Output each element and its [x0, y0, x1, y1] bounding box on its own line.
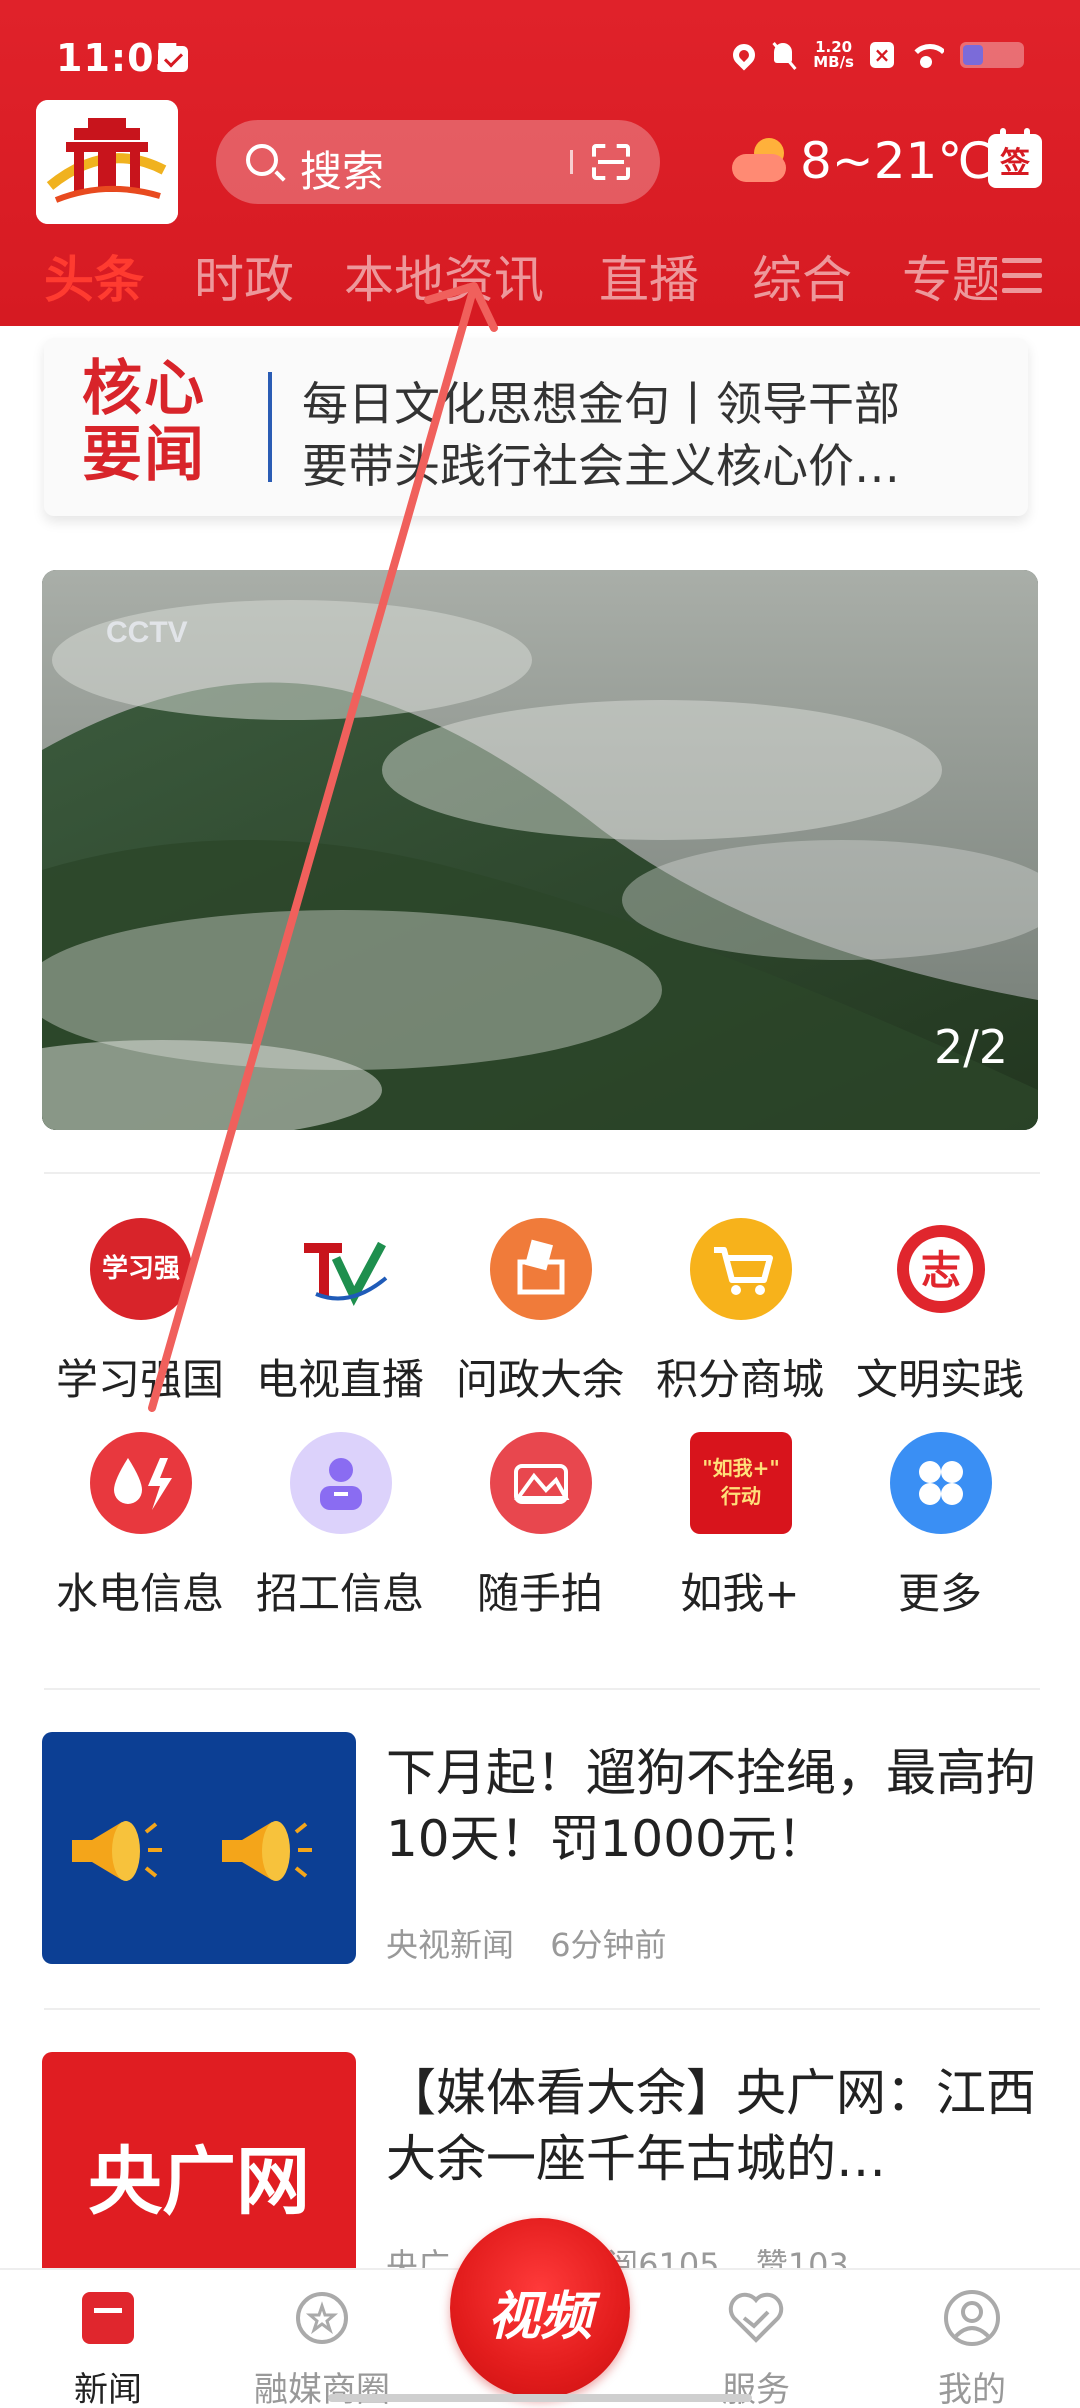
star-circle-icon [292, 2288, 352, 2348]
video-button-label: 视频 [487, 2287, 592, 2347]
video-button[interactable]: 视频 [450, 2218, 630, 2398]
shortcut-tv-live[interactable]: 电视直播 [245, 1218, 435, 1418]
search-separator [570, 150, 573, 174]
xuexi-qiangguo-icon: 学习强国 [90, 1218, 192, 1386]
water-power-icon [90, 1432, 192, 1534]
core-badge-line1: 核心 [82, 354, 206, 424]
core-news-ticker[interactable]: 核心 要闻 每日文化思想金句丨领导干部 要带头践行社会主义核心价… [44, 338, 1028, 516]
nav-service[interactable]: 服务 [666, 2270, 846, 2408]
nav-mine-label: 我的 [938, 2370, 1006, 2408]
shortcut-points-mall[interactable]: 积分商城 [645, 1218, 835, 1418]
app-header: 11:05 1.20 MB/s × 搜索 8~21℃ 签 头条 时政 本地资讯 … [0, 0, 1080, 326]
shortcut-label: 学习强国 [55, 1355, 224, 1404]
recruitment-icon [290, 1432, 392, 1534]
shortcut-water-power[interactable]: 水电信息 [45, 1432, 235, 1632]
core-news-line2: 要带头践行社会主义核心价… [302, 439, 900, 493]
core-news-badge: 核心 要闻 [82, 356, 248, 496]
search-box[interactable]: 搜索 [216, 120, 660, 204]
message-notification-icon [158, 46, 188, 72]
app-logo[interactable] [36, 100, 178, 224]
network-speed: 1.20 MB/s [813, 40, 854, 70]
news-source: 央视新闻 [386, 1926, 515, 1964]
inquiry-icon [490, 1218, 592, 1320]
shortcut-civilization-practice[interactable]: 志 文明实践 [845, 1218, 1035, 1418]
core-news-divider [268, 372, 272, 482]
news-icon [78, 2288, 138, 2348]
nav-mine[interactable]: 我的 [882, 2270, 1062, 2408]
shortcut-label: 水电信息 [55, 1569, 224, 1618]
nav-media-mall[interactable]: 融媒商圈 [232, 2270, 412, 2408]
shortcut-label: 积分商城 [655, 1355, 824, 1404]
core-badge-line2: 要闻 [82, 420, 206, 490]
snapshot-icon [490, 1432, 592, 1534]
tab-local-news[interactable]: 本地资讯 [344, 240, 544, 312]
news-time: 6分钟前 [550, 1926, 667, 1964]
status-bar: 11:05 1.20 MB/s × [0, 0, 1080, 96]
ruwo-action-icon: "如我+" 行动 [690, 1432, 792, 1534]
partly-cloudy-icon [732, 138, 790, 184]
user-icon [942, 2288, 1002, 2348]
tab-politics[interactable]: 时政 [194, 240, 294, 312]
shortcut-snapshot[interactable]: 随手拍 [445, 1432, 635, 1632]
search-placeholder: 搜索 [300, 147, 385, 196]
location-icon [728, 39, 760, 71]
shortcut-label: 问政大余 [455, 1355, 624, 1404]
tv-live-icon [290, 1218, 392, 1320]
shortcut-xuexi-qiangguo[interactable]: 学习强国 学习强国 [45, 1218, 235, 1418]
sign-in-calendar-icon[interactable]: 签 [988, 128, 1042, 188]
status-icons: 1.20 MB/s × [728, 39, 1024, 71]
app-notification-icon: × [870, 42, 894, 68]
more-apps-icon [890, 1432, 992, 1534]
news-title: 【媒体看大余】央广网：江西大余一座千年古城的… [386, 2064, 1036, 2188]
thumbnail-text: 央广网 [88, 2139, 310, 2225]
shortcut-label: 如我+ [680, 1569, 800, 1618]
civilization-practice-icon: 志 [890, 1218, 992, 1320]
shortcut-label: 电视直播 [255, 1355, 424, 1404]
banner-image: CCTV [42, 570, 1038, 1130]
svg-text:志: 志 [921, 1248, 961, 1294]
nav-news[interactable]: 新闻 [18, 2270, 198, 2408]
shortcut-recruitment[interactable]: 招工信息 [245, 1432, 435, 1632]
tab-general[interactable]: 综合 [752, 240, 852, 312]
heart-handshake-icon [726, 2288, 786, 2348]
core-news-line1: 每日文化思想金句丨领导干部 [302, 377, 900, 431]
svg-text:CCTV: CCTV [106, 616, 188, 649]
news-meta: 央视新闻 6分钟前 [386, 1920, 693, 1966]
section-divider [44, 1172, 1040, 1174]
network-speed-unit: MB/s [813, 53, 854, 71]
tab-menu-icon[interactable] [1002, 258, 1042, 294]
shortcut-label: 招工信息 [255, 1569, 424, 1618]
mute-icon [771, 41, 797, 69]
shortcut-label: 更多 [897, 1569, 982, 1618]
scan-icon[interactable] [592, 144, 630, 180]
shopping-cart-icon [690, 1218, 792, 1320]
shortcut-label: 文明实践 [855, 1355, 1024, 1404]
shortcut-label: 随手拍 [476, 1569, 603, 1618]
battery-icon [960, 42, 1024, 68]
weather-temperature: 8~21℃ [800, 132, 994, 190]
search-icon [246, 144, 278, 176]
banner-carousel[interactable]: CCTV 2/2 [42, 570, 1038, 1130]
banner-page-indicator: 2/2 [933, 1020, 1008, 1074]
nav-news-label: 新闻 [74, 2370, 142, 2408]
news-title: 下月起！遛狗不拴绳，最高拘10天！罚1000元！ [386, 1744, 1036, 1868]
section-divider [44, 2008, 1040, 2010]
channel-tabs: 头条 时政 本地资讯 直播 综合 专题 [44, 240, 1044, 310]
shortcut-inquiry[interactable]: 问政大余 [445, 1218, 635, 1418]
shortcut-more[interactable]: 更多 [845, 1432, 1035, 1632]
section-divider [44, 1688, 1040, 1690]
news-item[interactable]: 下月起！遛狗不拴绳，最高拘10天！罚1000元！ 央视新闻 6分钟前 [42, 1732, 1038, 1964]
news-thumbnail: 央广网 [42, 2052, 356, 2284]
news-thumbnail [42, 1732, 356, 1964]
shortcut-ruwo[interactable]: "如我+" 行动 如我+ [645, 1432, 835, 1632]
wifi-icon [910, 42, 944, 68]
weather-widget[interactable]: 8~21℃ [732, 132, 993, 190]
home-indicator[interactable] [328, 2394, 752, 2402]
tab-live[interactable]: 直播 [599, 240, 699, 312]
tab-special[interactable]: 专题 [902, 240, 997, 312]
tab-headlines[interactable]: 头条 [44, 240, 144, 312]
